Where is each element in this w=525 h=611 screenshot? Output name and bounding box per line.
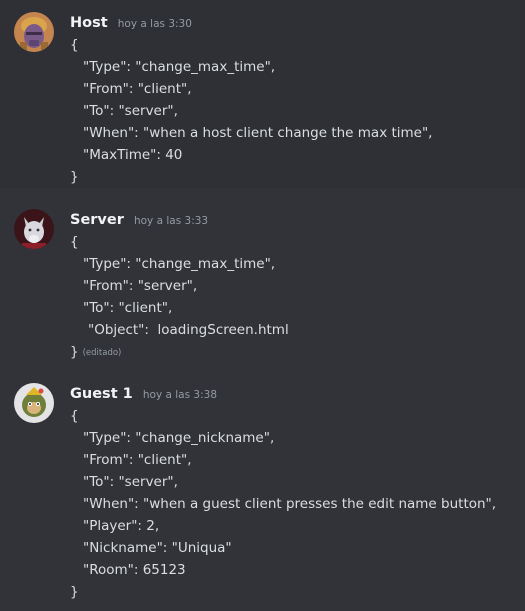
timestamp: hoy a las 3:33	[133, 215, 209, 227]
code-line: {	[70, 408, 79, 424]
code-line: "Type": "change_nickname",	[83, 430, 275, 446]
message-guest-1[interactable]: Guest 1 hoy a las 3:38 { "Type": "change…	[0, 371, 525, 611]
code-line: "To": "client",	[83, 300, 173, 316]
wolf-avatar-icon[interactable]	[14, 209, 54, 249]
code-line: "From": "client",	[83, 81, 192, 97]
code-line: }	[70, 169, 79, 185]
message-header: Server hoy a las 3:33	[70, 209, 208, 229]
code-line: "Nickname": "Uniqua"	[83, 540, 232, 556]
code-line: }	[70, 344, 79, 360]
timestamp: hoy a las 3:30	[117, 18, 192, 30]
code-line: "Type": "change_max_time",	[83, 59, 276, 75]
code-line: "To": "server",	[83, 474, 178, 490]
message-server[interactable]: Server hoy a las 3:33 { "Type": "change_…	[0, 197, 525, 367]
code-line: "To": "server",	[83, 103, 178, 119]
code-line: }	[70, 584, 79, 600]
username[interactable]: Host	[70, 15, 108, 31]
character-avatar-icon[interactable]	[14, 383, 54, 423]
username[interactable]: Server	[70, 212, 124, 228]
message-header: Guest 1 hoy a las 3:38	[70, 383, 217, 403]
message-content: { "Type": "change_max_time", "From": "se…	[70, 231, 518, 363]
message-header: Host hoy a las 3:30	[70, 12, 192, 32]
message-host[interactable]: Host hoy a las 3:30 { "Type": "change_ma…	[0, 0, 525, 188]
edited-label: (editado)	[82, 348, 122, 358]
code-line: "From": "server",	[83, 278, 198, 294]
code-line: "MaxTime": 40	[83, 147, 183, 163]
code-line: {	[70, 234, 79, 250]
code-line: {	[70, 37, 79, 53]
code-line: "Room": 65123	[83, 562, 186, 578]
code-line: "From": "client",	[83, 452, 192, 468]
code-line: "Player": 2,	[83, 518, 160, 534]
code-line: "Object": loadingScreen.html	[88, 322, 289, 338]
thanos-avatar-icon[interactable]	[14, 12, 54, 52]
timestamp: hoy a las 3:38	[142, 389, 218, 401]
code-line: "When": "when a guest client presses the…	[83, 496, 497, 512]
username[interactable]: Guest 1	[70, 386, 133, 402]
code-line: "Type": "change_max_time",	[83, 256, 276, 272]
message-content: { "Type": "change_max_time", "From": "cl…	[70, 34, 518, 188]
code-line: "When": "when a host client change the m…	[83, 125, 433, 141]
chat-messages-list: Host hoy a las 3:30 { "Type": "change_ma…	[0, 0, 525, 611]
message-content: { "Type": "change_nickname", "From": "cl…	[70, 405, 518, 603]
code-line-with-edited: } (editado)	[70, 341, 518, 363]
